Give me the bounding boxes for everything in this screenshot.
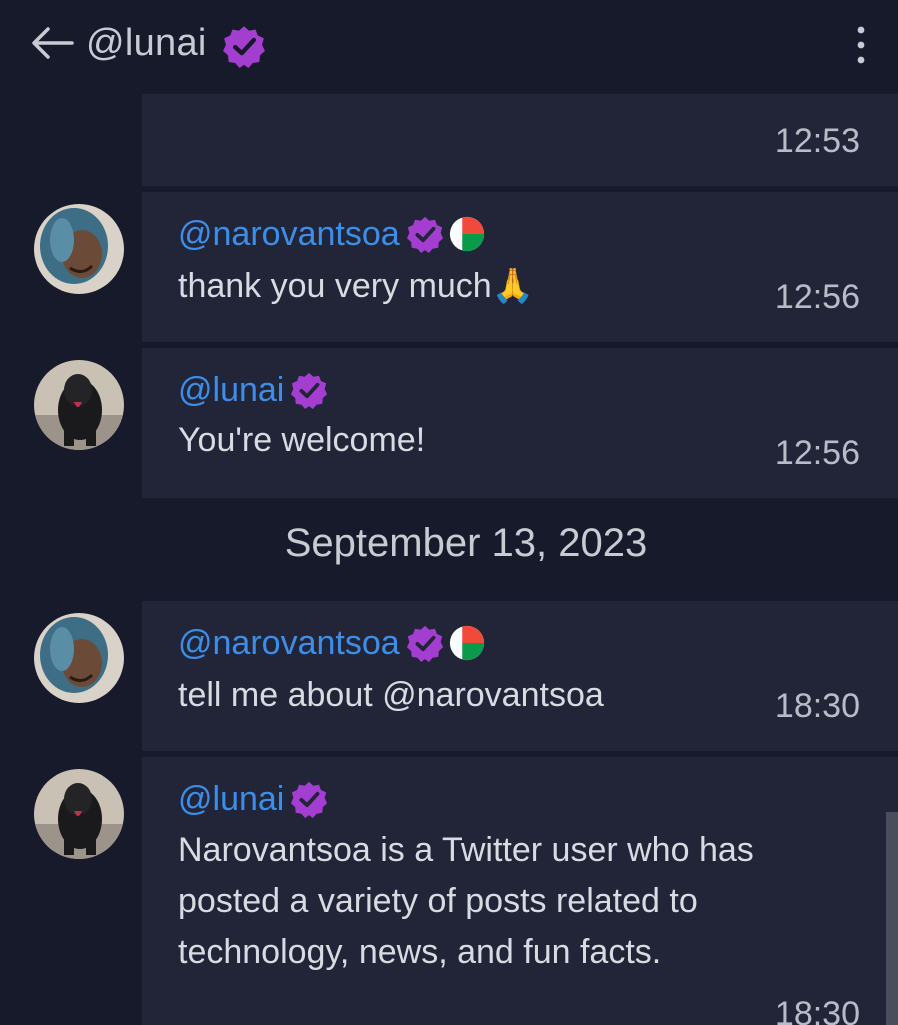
message-time: 18:30 <box>774 995 860 1025</box>
madagascar-flag-icon <box>449 216 484 252</box>
verified-badge-icon <box>406 216 443 253</box>
avatar-lunai[interactable] <box>34 360 124 450</box>
message-feed[interactable]: 12:53 12:56 @narovantsoa thank you very … <box>0 0 898 1025</box>
verified-badge-icon <box>406 625 443 662</box>
message-text: thank you very much🙏 <box>178 267 535 305</box>
sender-handle[interactable]: @narovantsoa <box>178 624 400 663</box>
verified-badge-icon <box>291 781 328 818</box>
scrollbar[interactable] <box>886 812 898 1025</box>
message-header: @narovantsoa <box>178 621 486 665</box>
message-panel: 12:53 <box>142 94 898 186</box>
sender-handle[interactable]: @lunai <box>178 371 284 410</box>
avatar-narovantsoa[interactable] <box>34 613 124 703</box>
date-separator: September 13, 2023 <box>284 521 648 565</box>
avatar-lunai[interactable] <box>34 769 124 859</box>
sender-handle[interactable]: @lunai <box>178 780 284 819</box>
message-text: tell me about @narovantsoa <box>178 676 604 714</box>
message-text: You're welcome! <box>178 421 426 459</box>
message-header: @lunai <box>178 777 328 821</box>
verified-badge-icon <box>291 372 328 409</box>
message-time: 12:53 <box>774 122 860 160</box>
message-text: Narovantsoa is a Twitter user who has po… <box>178 831 754 971</box>
sender-handle[interactable]: @narovantsoa <box>178 215 400 254</box>
madagascar-flag-icon <box>449 625 484 661</box>
avatar-narovantsoa[interactable] <box>34 204 124 294</box>
message-header: @lunai <box>178 368 328 412</box>
message-header: @narovantsoa <box>178 212 486 256</box>
